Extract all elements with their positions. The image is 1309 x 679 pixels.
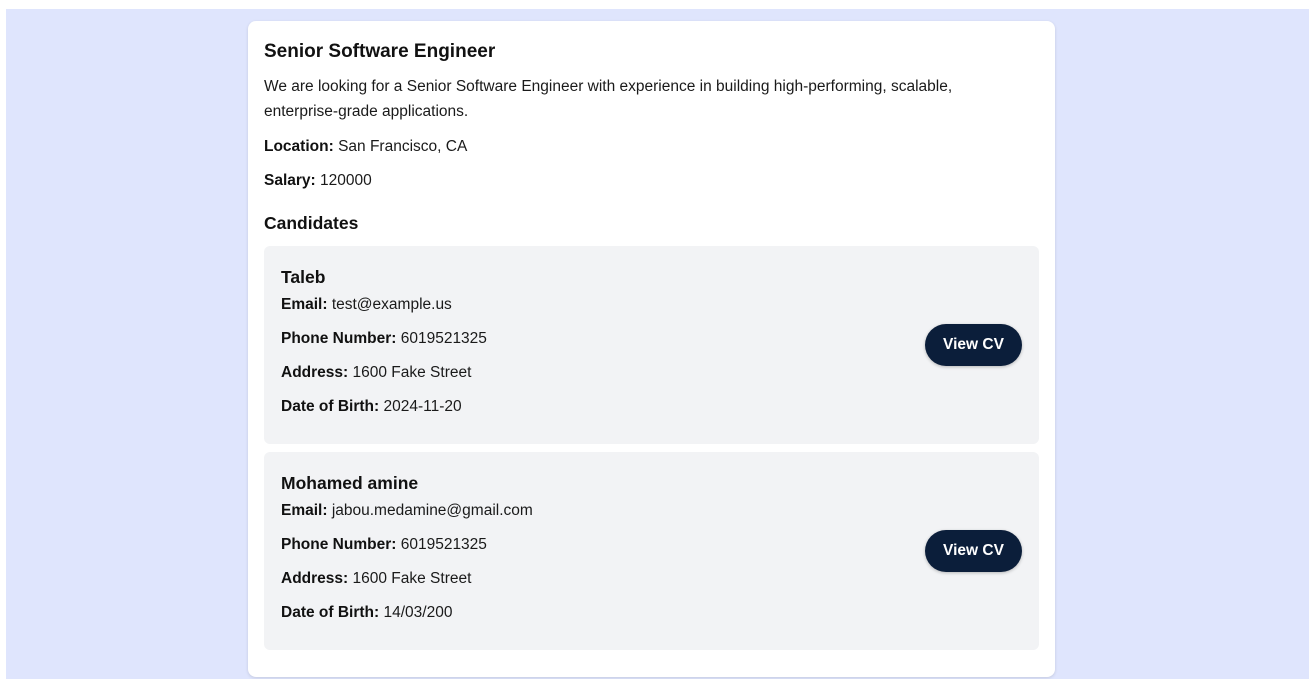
candidate-name: Taleb — [281, 267, 326, 287]
candidate-address-value: 1600 Fake Street — [352, 364, 472, 381]
candidate-card: Mohamed amine Email: jabou.medamine@gmai… — [264, 452, 1039, 650]
candidate-phone: Phone Number: 6019521325 — [281, 535, 1022, 555]
candidate-address-value: 1600 Fake Street — [352, 570, 472, 587]
job-card: Senior Software Engineer We are looking … — [248, 21, 1055, 677]
candidate-phone-label: Phone Number: — [281, 536, 397, 553]
candidate-phone: Phone Number: 6019521325 — [281, 329, 1022, 349]
job-title: Senior Software Engineer — [264, 41, 496, 62]
candidate-email-value: test@example.us — [331, 296, 452, 313]
candidate-address: Address: 1600 Fake Street — [281, 363, 1022, 383]
job-location-value: San Francisco, CA — [338, 138, 468, 155]
candidate-email: Email: jabou.medamine@gmail.com — [281, 501, 1022, 521]
job-salary-label: Salary: — [264, 172, 316, 189]
job-location: Location: San Francisco, CA — [264, 137, 1039, 157]
candidate-email-label: Email: — [281, 502, 328, 519]
candidate-dob: Date of Birth: 14/03/200 — [281, 603, 1022, 623]
candidate-card: Taleb Email: test@example.us Phone Numbe… — [264, 246, 1039, 444]
candidate-email-value: jabou.medamine@gmail.com — [331, 502, 533, 519]
candidate-list: Taleb Email: test@example.us Phone Numbe… — [264, 246, 1039, 650]
candidate-dob-label: Date of Birth: — [281, 398, 380, 415]
job-salary: Salary: 120000 — [264, 171, 1039, 191]
candidate-dob-value: 14/03/200 — [383, 604, 453, 621]
candidate-address-label: Address: — [281, 570, 349, 587]
candidate-phone-value: 6019521325 — [400, 330, 487, 347]
candidate-email: Email: test@example.us — [281, 295, 1022, 315]
candidate-phone-value: 6019521325 — [400, 536, 487, 553]
job-salary-value: 120000 — [320, 172, 372, 189]
candidate-address: Address: 1600 Fake Street — [281, 569, 1022, 589]
candidate-email-label: Email: — [281, 296, 328, 313]
job-location-label: Location: — [264, 138, 334, 155]
candidate-name: Mohamed amine — [281, 473, 419, 493]
view-cv-button[interactable]: View CV — [925, 324, 1022, 366]
candidate-address-label: Address: — [281, 364, 349, 381]
candidate-phone-label: Phone Number: — [281, 330, 397, 347]
candidate-dob-label: Date of Birth: — [281, 604, 380, 621]
candidate-dob: Date of Birth: 2024-11-20 — [281, 397, 1022, 417]
candidate-dob-value: 2024-11-20 — [383, 398, 462, 415]
job-description: We are looking for a Senior Software Eng… — [264, 78, 953, 120]
view-cv-button[interactable]: View CV — [925, 530, 1022, 572]
candidates-heading: Candidates — [264, 213, 359, 233]
